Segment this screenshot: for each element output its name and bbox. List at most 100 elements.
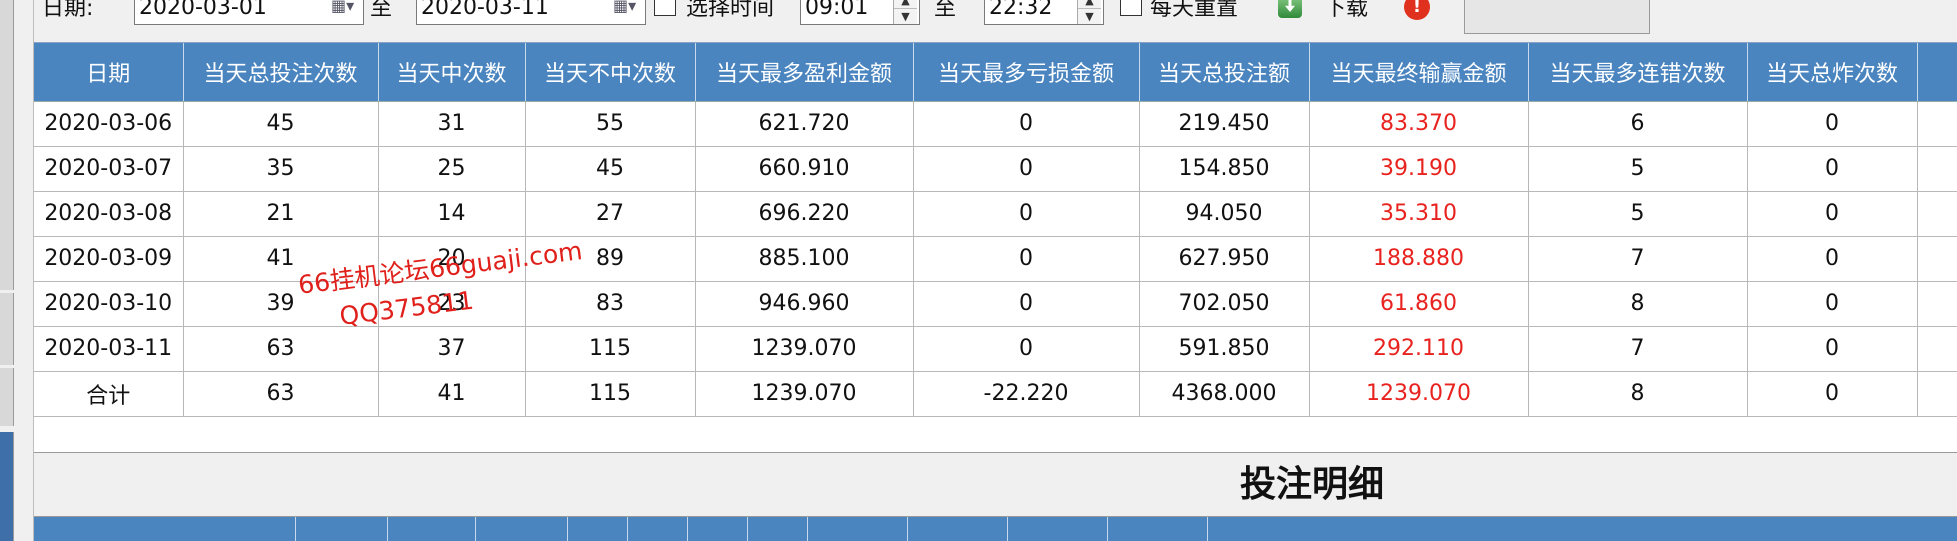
table-row[interactable]: 2020-03-10 39 23 83 946.960 0 702.050 61… [34,281,1957,327]
column-header-filler [1917,43,1957,102]
cell-total-bets: 63 [183,371,379,417]
cell-total-stake: 591.850 [1139,326,1310,372]
table-row[interactable]: 2020-03-11 63 37 115 1239.070 0 591.850 … [34,326,1957,372]
cell-hits: 41 [378,371,526,417]
time-from-spin-buttons[interactable]: ▲ ▼ [893,0,917,24]
cell-final-result: 39.190 [1309,146,1529,192]
column-header-hits[interactable]: 当天中次数 [378,43,526,102]
detail-column-header[interactable] [388,517,476,541]
cell-max-loss: 0 [913,101,1140,147]
daily-reset-checkbox[interactable] [1120,0,1142,16]
column-header-max-consecutive-misses[interactable]: 当天最多连错次数 [1528,43,1748,102]
cell-hits: 20 [378,236,526,282]
detail-column-header[interactable] [628,517,688,541]
detail-column-header[interactable] [1008,517,1108,541]
cell-filler [1917,146,1957,192]
detail-column-header[interactable] [1108,517,1208,541]
spin-down-icon[interactable]: ▼ [1078,8,1101,23]
time-from-spinner[interactable]: 09:01 ▲ ▼ [800,0,920,25]
column-header-total-bets[interactable]: 当天总投注次数 [183,43,379,102]
cell-total-stake: 154.850 [1139,146,1310,192]
cell-misses: 89 [525,236,696,282]
left-panel-edge [0,0,34,541]
calendar-dropdown-icon[interactable]: ▦▾ [331,0,359,17]
cell-hits: 31 [378,101,526,147]
cell-misses: 115 [525,326,696,372]
cell-final-result: 61.860 [1309,281,1529,327]
bet-detail-section: 投注明细 [34,452,1957,541]
select-time-checkbox[interactable] [654,0,676,16]
cell-max-profit: 885.100 [695,236,914,282]
app-window: 日期: 2020-03-01 ▦▾ 至 2020-03-11 ▦▾ 选择时间 0… [0,0,1957,541]
cell-filler [1917,371,1957,417]
cell-max-consecutive-misses: 5 [1528,191,1748,237]
cell-max-loss: 0 [913,146,1140,192]
detail-column-header[interactable] [908,517,1008,541]
cell-max-consecutive-misses: 8 [1528,371,1748,417]
table-row[interactable]: 2020-03-08 21 14 27 696.220 0 94.050 35.… [34,191,1957,237]
cell-max-loss: -22.220 [913,371,1140,417]
column-header-max-loss[interactable]: 当天最多亏损金额 [913,43,1140,102]
date-from-picker[interactable]: 2020-03-01 ▦▾ [134,0,364,25]
time-to-spinner[interactable]: 22:32 ▲ ▼ [984,0,1104,25]
spin-down-icon[interactable]: ▼ [894,8,917,23]
cell-max-loss: 0 [913,326,1140,372]
summary-header-row: 日期 当天总投注次数 当天中次数 当天不中次数 当天最多盈利金额 当天最多亏损金… [34,43,1957,102]
bet-detail-title-bar: 投注明细 [34,453,1957,517]
cell-hits: 14 [378,191,526,237]
cell-total-bets: 39 [183,281,379,327]
detail-column-header[interactable] [568,517,628,541]
column-header-max-profit[interactable]: 当天最多盈利金额 [695,43,914,102]
to-label: 至 [934,0,957,21]
cell-total-stake: 94.050 [1139,191,1310,237]
column-header-final-result[interactable]: 当天最终输赢金额 [1309,43,1529,102]
table-row[interactable]: 2020-03-09 41 20 89 885.100 0 627.950 18… [34,236,1957,282]
select-time-label: 选择时间 [686,0,775,21]
column-header-date[interactable]: 日期 [34,43,184,102]
download-label[interactable]: 下载 [1324,0,1368,22]
detail-column-header[interactable] [296,517,388,541]
cell-hits: 23 [378,281,526,327]
detail-column-header[interactable] [34,517,296,541]
time-from-value: 09:01 [805,0,869,20]
table-row[interactable]: 2020-03-06 45 31 55 621.720 0 219.450 83… [34,101,1957,147]
bet-detail-header-row [34,517,1957,541]
cell-max-consecutive-misses: 6 [1528,101,1748,147]
spin-up-icon[interactable]: ▲ [894,0,917,8]
left-panel-strip [0,293,14,365]
daily-summary-grid: 日期 当天总投注次数 当天中次数 当天不中次数 当天最多盈利金额 当天最多亏损金… [34,42,1957,455]
cell-max-profit: 621.720 [695,101,914,147]
to-label: 至 [370,0,393,21]
cell-total-busts: 0 [1747,281,1918,327]
bet-detail-title: 投注明细 [1240,464,1385,505]
table-row-total[interactable]: 合计 63 41 115 1239.070 -22.220 4368.000 1… [34,371,1957,417]
cell-total-stake: 627.950 [1139,236,1310,282]
detail-column-header[interactable] [476,517,568,541]
date-to-picker[interactable]: 2020-03-11 ▦▾ [416,0,646,25]
time-to-spin-buttons[interactable]: ▲ ▼ [1077,0,1101,24]
spin-up-icon[interactable]: ▲ [1078,0,1101,8]
column-header-total-stake[interactable]: 当天总投注额 [1139,43,1310,102]
cell-total-stake: 4368.000 [1139,371,1310,417]
cell-max-profit: 696.220 [695,191,914,237]
detail-column-header[interactable] [688,517,748,541]
table-row[interactable]: 2020-03-07 35 25 45 660.910 0 154.850 39… [34,146,1957,192]
cell-misses: 83 [525,281,696,327]
cell-date: 2020-03-11 [34,326,184,372]
cell-max-consecutive-misses: 8 [1528,281,1748,327]
cell-final-result: 292.110 [1309,326,1529,372]
toolbar-action-button[interactable] [1464,0,1650,34]
cell-filler [1917,191,1957,237]
detail-column-header[interactable] [808,517,908,541]
calendar-dropdown-icon[interactable]: ▦▾ [613,0,641,17]
detail-column-header[interactable] [748,517,808,541]
column-header-misses[interactable]: 当天不中次数 [525,43,696,102]
left-panel-selected-strip[interactable] [0,432,14,541]
cell-filler [1917,236,1957,282]
alert-icon[interactable]: ! [1404,0,1430,20]
column-header-total-busts[interactable]: 当天总炸次数 [1747,43,1918,102]
time-to-value: 22:32 [989,0,1053,20]
cell-total-bets: 35 [183,146,379,192]
download-icon[interactable] [1278,0,1302,18]
cell-misses: 115 [525,371,696,417]
